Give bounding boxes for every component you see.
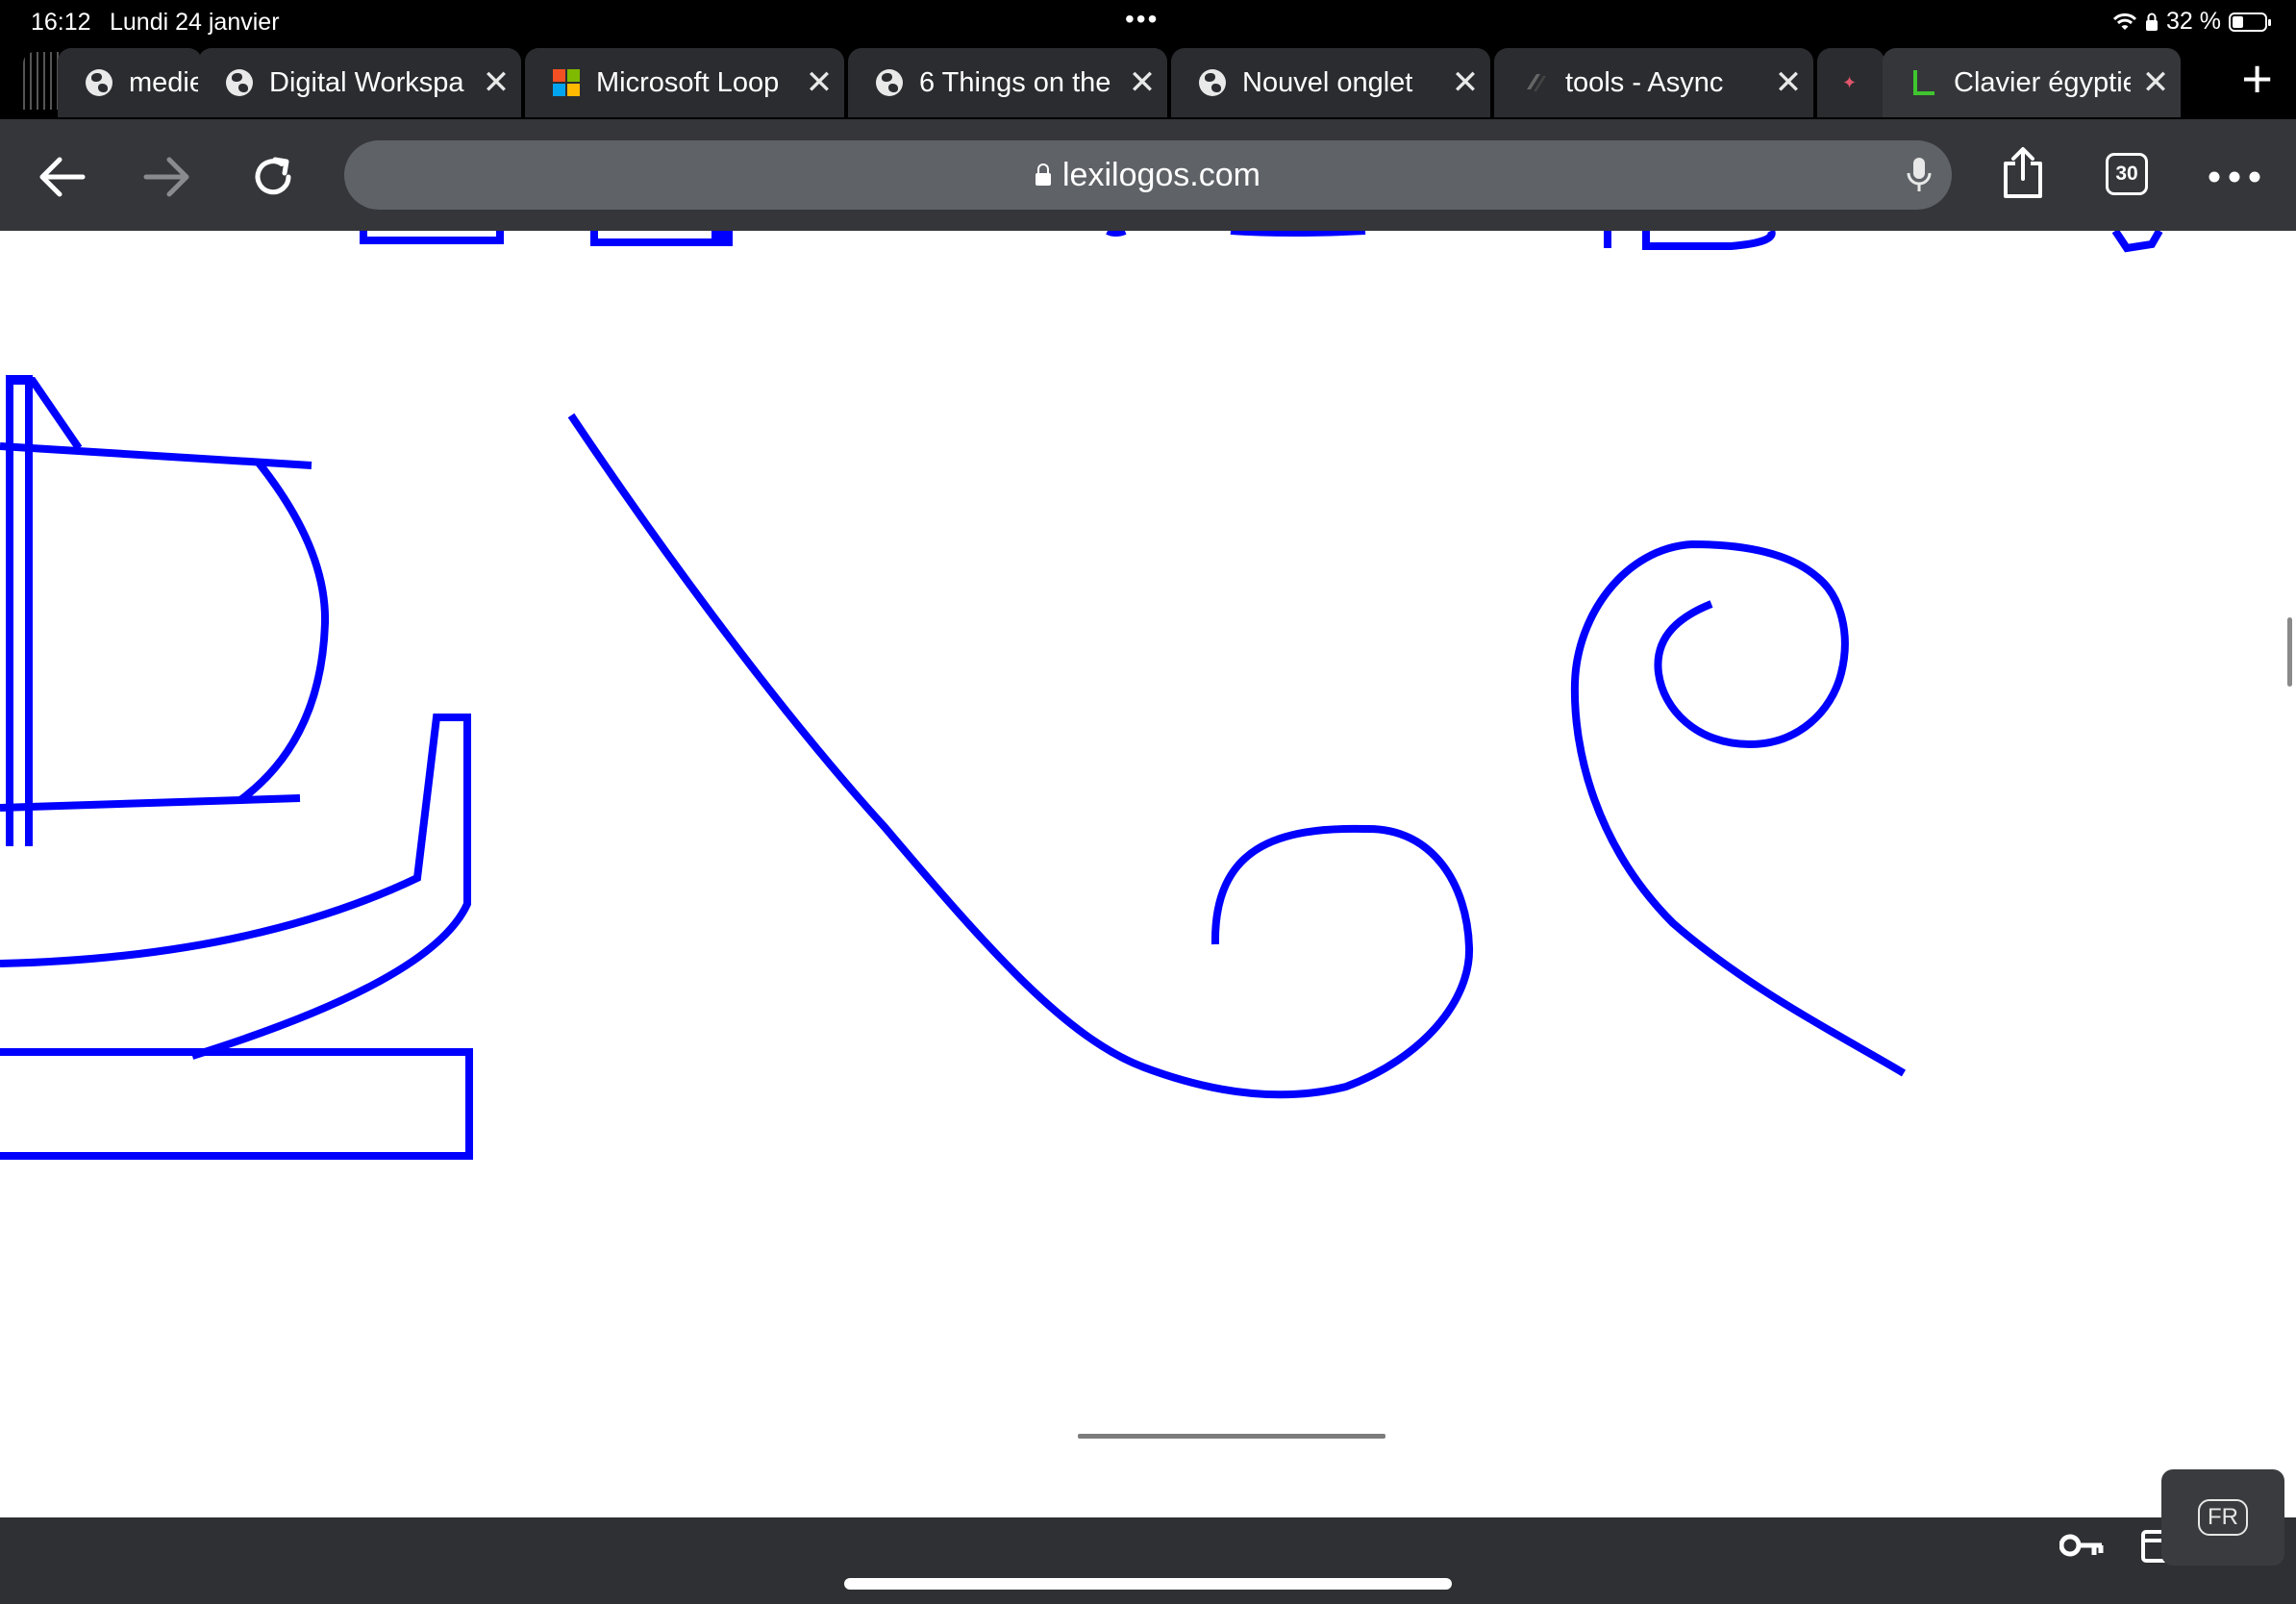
forward-button[interactable]	[138, 148, 196, 206]
close-tab-icon[interactable]: ✕	[1763, 63, 1813, 102]
back-button[interactable]	[33, 148, 90, 206]
globe-icon	[86, 69, 112, 96]
keyboard-language-button[interactable]: FR	[2161, 1469, 2284, 1566]
status-bar: 16:12 Lundi 24 janvier ••• 32 %	[0, 0, 2296, 44]
tab-hidden-partial[interactable]: ✦	[1817, 48, 1884, 117]
tab-label: Digital Workspa	[269, 66, 464, 98]
tab-6-things[interactable]: 6 Things on the ✕	[848, 48, 1167, 117]
status-date: Lundi 24 janvier	[110, 9, 280, 36]
status-time: 16:12	[31, 9, 91, 36]
tab-label: 6 Things on the	[919, 66, 1111, 98]
key-icon[interactable]	[2059, 1531, 2106, 1560]
content-divider	[1078, 1434, 1385, 1439]
close-tab-icon[interactable]: ✕	[471, 63, 521, 102]
battery-icon	[2229, 12, 2271, 32]
more-icon	[2209, 171, 2260, 183]
tab-label: Clavier égyptie	[1954, 66, 2131, 98]
hieroglyph-spiral[interactable]	[1570, 539, 1907, 1077]
page-content	[0, 231, 2296, 1517]
tab-strip: medie Digital Workspa ✕ Microsoft Loop ✕…	[0, 44, 2296, 119]
status-indicators: 32 %	[2112, 8, 2271, 36]
tab-microsoft-loop[interactable]: Microsoft Loop ✕	[525, 48, 844, 117]
back-arrow-icon	[39, 157, 86, 197]
scroll-indicator[interactable]	[2287, 617, 2292, 687]
tab-nouvel-onglet[interactable]: Nouvel onglet ✕	[1171, 48, 1490, 117]
keyboard-language-label: FR	[2198, 1499, 2248, 1536]
globe-icon	[226, 69, 253, 96]
tab-label: Microsoft Loop	[596, 66, 780, 98]
hieroglyph-curl[interactable]	[567, 413, 1474, 1099]
close-tab-icon[interactable]: ✕	[1117, 63, 1167, 102]
async-icon	[1527, 74, 1546, 91]
more-menu-button[interactable]	[2206, 148, 2263, 206]
tab-tools-async[interactable]: tools - Async ✕	[1494, 48, 1813, 117]
microphone-icon[interactable]	[1906, 156, 1933, 194]
close-tab-icon[interactable]: ✕	[794, 63, 844, 102]
tab-label: Nouvel onglet	[1242, 66, 1413, 98]
stacked-tabs-indicator[interactable]	[23, 52, 62, 110]
reload-icon	[255, 157, 291, 195]
battery-percent: 32 %	[2166, 8, 2221, 35]
url-text: lexilogos.com	[1062, 156, 1260, 193]
hieroglyph-partial-top-row[interactable]	[360, 231, 2163, 253]
reload-button[interactable]	[244, 148, 302, 206]
address-bar[interactable]: lexilogos.com	[344, 140, 1952, 210]
lock-icon	[1036, 163, 1051, 186]
home-indicator[interactable]	[844, 1578, 1452, 1590]
tab-switcher-button[interactable]: 30	[2106, 153, 2148, 195]
keyboard-accessory-bar	[0, 1517, 2296, 1604]
favicon-icon: ✦	[1842, 72, 1858, 92]
share-button[interactable]	[1994, 144, 2052, 202]
tab-digital-workspace[interactable]: Digital Workspa ✕	[198, 48, 521, 117]
forward-arrow-icon	[143, 157, 189, 197]
orientation-lock-icon	[2146, 13, 2159, 31]
multitasking-dots-icon[interactable]: •••	[1125, 4, 1159, 35]
globe-icon	[1199, 69, 1226, 96]
new-tab-button[interactable]: +	[2241, 52, 2273, 106]
tab-clavier-egyptien[interactable]: Clavier égyptie ✕	[1883, 48, 2181, 117]
microsoft-icon	[553, 69, 580, 96]
lexilogos-icon	[1913, 70, 1934, 95]
close-tab-icon[interactable]: ✕	[1440, 63, 1490, 102]
globe-icon	[876, 69, 903, 96]
close-tab-icon[interactable]: ✕	[2131, 63, 2181, 102]
share-icon	[2004, 147, 2042, 198]
tab-label: tools - Async	[1565, 66, 1724, 98]
tab-label: medie	[129, 66, 202, 98]
browser-toolbar: lexilogos.com 30	[0, 119, 2296, 231]
wifi-icon	[2112, 13, 2137, 30]
hieroglyph-boat[interactable]	[0, 375, 473, 1160]
tab-medie[interactable]: medie	[58, 48, 202, 117]
hieroglyph-drawing	[0, 231, 2163, 1160]
